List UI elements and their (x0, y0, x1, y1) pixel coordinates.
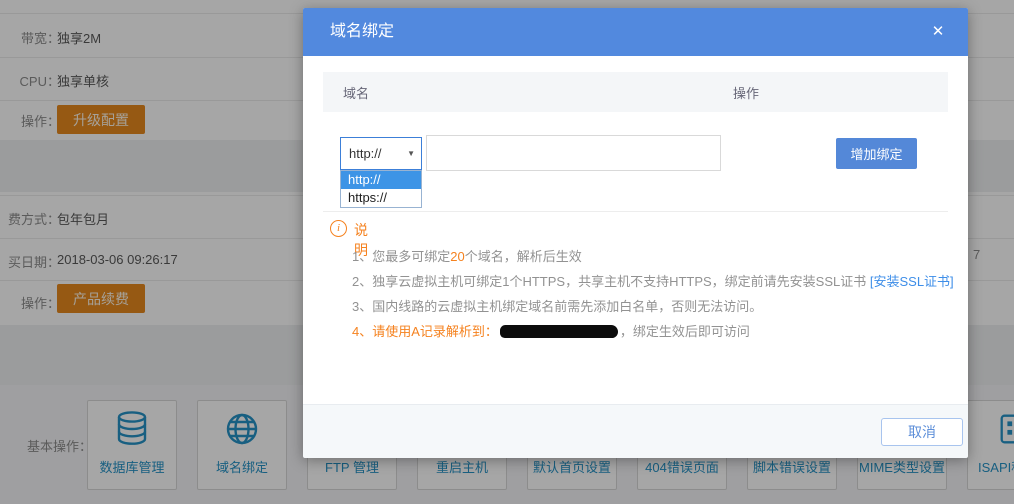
notice-1-highlight: 20 (450, 249, 464, 264)
chevron-down-icon: ▼ (407, 138, 415, 169)
dialog-footer: 取消 (303, 404, 968, 458)
notice-4-orange-text: 4、请使用A记录解析到： (352, 324, 498, 339)
domain-table-header: 域名 操作 (323, 72, 948, 112)
option-http[interactable]: http:// (341, 171, 421, 189)
notice-item-1: 1、您最多可绑定20个域名，解析后生效 (352, 248, 948, 266)
notice-item-3: 3、国内线路的云虚拟主机绑定域名前需先添加白名单，否则无法访问。 (352, 298, 948, 316)
close-icon[interactable]: ✕ (928, 22, 948, 42)
column-action: 操作 (733, 83, 948, 102)
install-ssl-link[interactable]: [安装SSL证书] (870, 274, 954, 289)
protocol-select[interactable]: http:// ▼ (340, 137, 422, 170)
protocol-selected-value: http:// (349, 138, 382, 169)
domain-name-input[interactable] (426, 135, 721, 171)
notice-1-text: 1、您最多可绑定 (352, 249, 450, 264)
dialog-title: 域名绑定 (330, 8, 394, 56)
dialog-header: 域名绑定 ✕ (303, 8, 968, 56)
option-https[interactable]: https:// (341, 189, 421, 207)
notice-item-4: 4、请使用A记录解析到： ，绑定生效后即可访问 (352, 323, 948, 341)
notice-1-suffix: 个域名，解析后生效 (465, 249, 582, 264)
notice-4-suffix: ，绑定生效后即可访问 (620, 324, 750, 339)
notice-3-text: 3、国内线路的云虚拟主机绑定域名前需先添加白名单，否则无法访问。 (352, 299, 762, 314)
divider (323, 211, 948, 212)
cancel-button[interactable]: 取消 (881, 418, 963, 446)
info-icon: i (330, 220, 347, 237)
domain-bind-dialog: 域名绑定 ✕ 域名 操作 http:// ▼ 增加绑定 http:// http… (303, 8, 968, 457)
protocol-dropdown-list: http:// https:// (340, 170, 422, 208)
column-domain: 域名 (323, 83, 733, 102)
redacted-ip-address (500, 325, 618, 338)
add-binding-button[interactable]: 增加绑定 (836, 138, 917, 169)
notice-item-2: 2、独享云虚拟主机可绑定1个HTTPS，共享主机不支持HTTPS，绑定前请先安装… (352, 273, 948, 291)
notice-2-text: 2、独享云虚拟主机可绑定1个HTTPS，共享主机不支持HTTPS，绑定前请先安装… (352, 274, 870, 289)
